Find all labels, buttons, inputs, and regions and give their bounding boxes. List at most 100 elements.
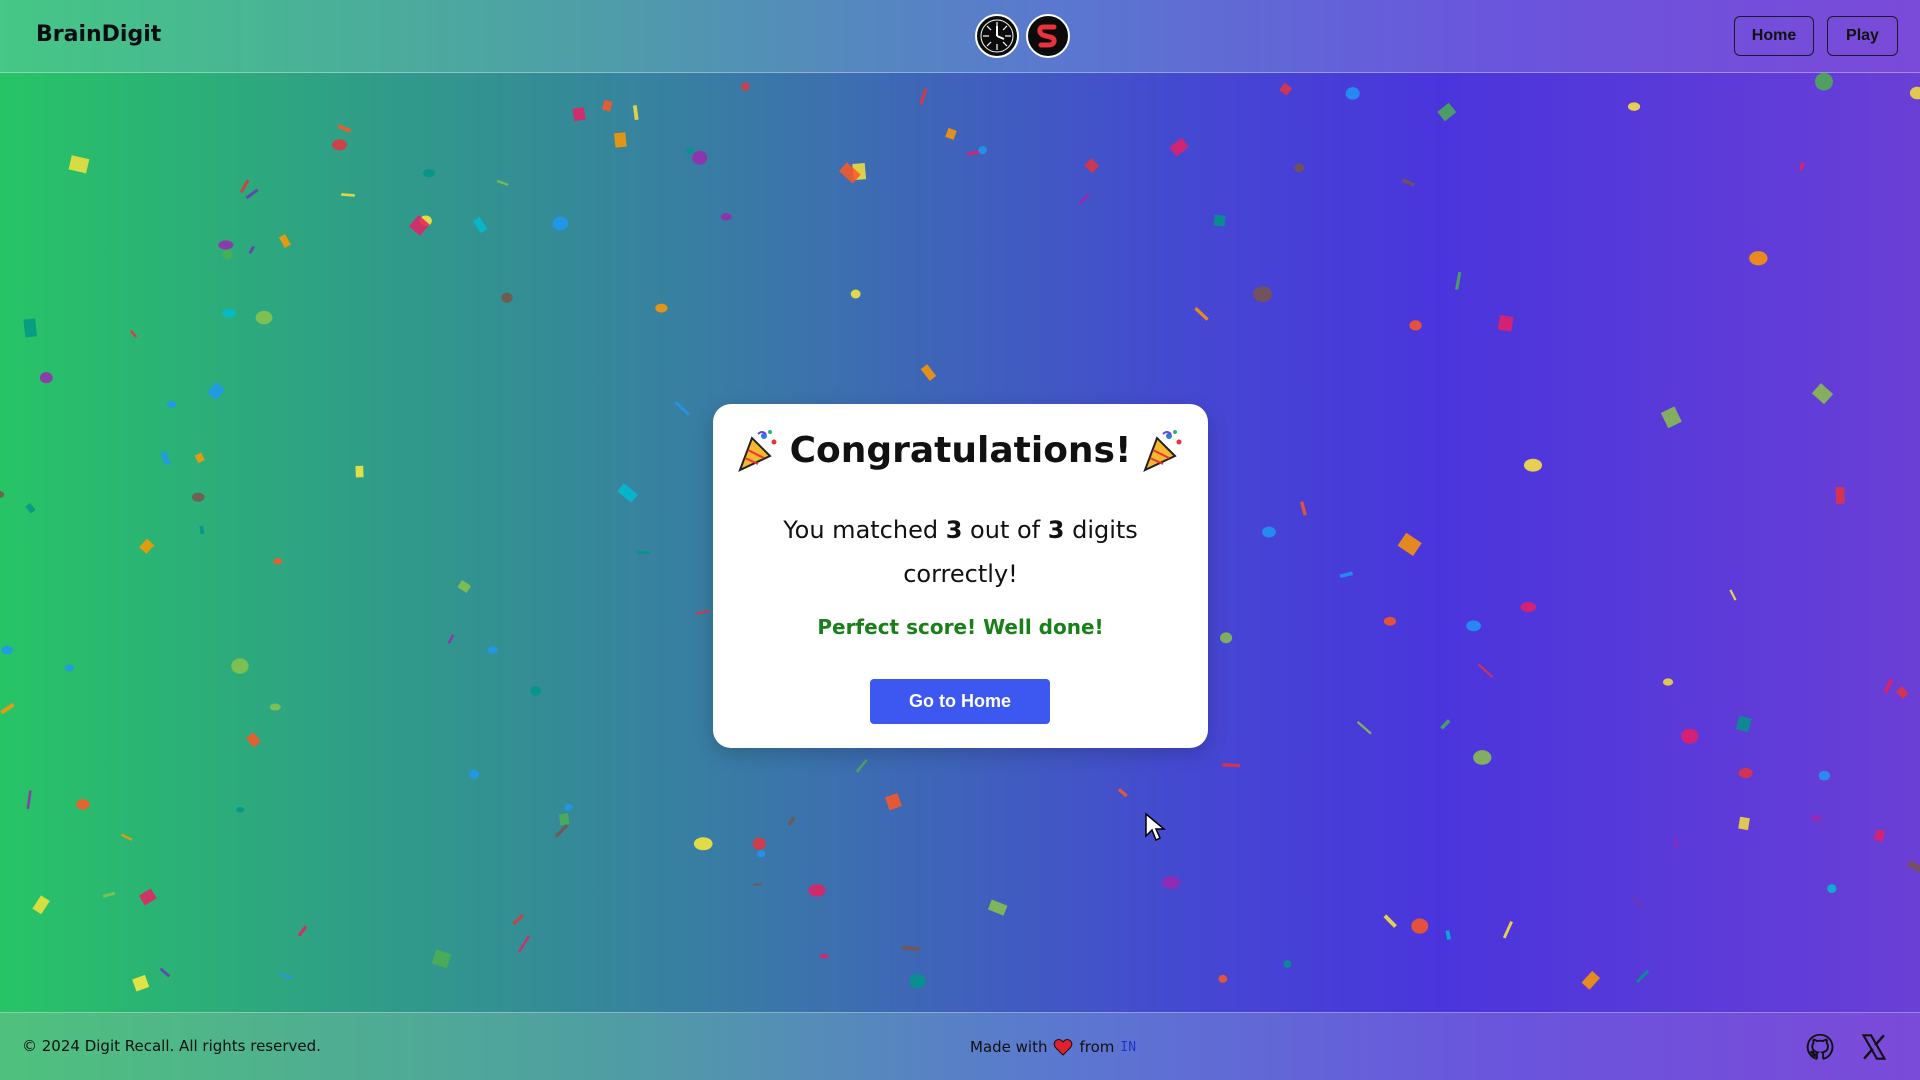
confetti-piece [614, 132, 627, 148]
confetti-piece [741, 82, 750, 91]
go-to-home-button[interactable]: Go to Home [870, 679, 1050, 724]
confetti-piece [431, 949, 452, 969]
confetti-piece [1401, 178, 1415, 187]
confetti-piece [1409, 320, 1422, 331]
confetti-piece [1873, 829, 1885, 842]
confetti-piece [1883, 678, 1894, 694]
confetti-piece [1631, 896, 1645, 909]
confetti-piece [64, 664, 75, 672]
confetti-piece [194, 452, 205, 464]
confetti-piece [1502, 921, 1513, 939]
confetti-piece [218, 240, 234, 250]
confetti-piece [884, 792, 902, 811]
confetti-piece [239, 179, 250, 194]
confetti-piece [909, 973, 926, 989]
header-logos [975, 14, 1070, 58]
confetti-piece [255, 310, 273, 325]
confetti-piece [408, 214, 430, 236]
confetti-piece [1681, 728, 1699, 744]
confetti-piece [1749, 251, 1768, 266]
perfect-score-text: Perfect score! Well done! [817, 615, 1104, 639]
confetti-piece [1411, 918, 1429, 934]
confetti-piece [517, 935, 531, 953]
confetti-piece [236, 807, 245, 813]
confetti-piece [457, 580, 472, 594]
confetti-piece [0, 491, 5, 498]
confetti-piece [1523, 458, 1543, 472]
confetti-piece [564, 803, 573, 811]
confetti-piece [1662, 678, 1674, 686]
confetti-piece [472, 216, 488, 234]
nav-play-button[interactable]: Play [1827, 16, 1898, 56]
confetti-piece [617, 483, 638, 503]
confetti-piece [1455, 271, 1462, 290]
confetti-piece [138, 888, 157, 906]
x-icon[interactable] [1860, 1033, 1888, 1061]
confetti-piece [447, 634, 455, 644]
confetti-piece [839, 162, 861, 184]
card-title-row: Congratulations! [713, 428, 1208, 472]
confetti-piece [423, 169, 436, 178]
confetti-piece [139, 538, 155, 554]
brand-logo-text[interactable]: BrainDigit [36, 22, 161, 47]
confetti-piece [554, 824, 569, 838]
confetti-piece [102, 891, 116, 898]
confetti-piece [337, 124, 352, 133]
confetti-piece [1895, 686, 1909, 699]
confetti-piece [1818, 770, 1831, 781]
confetti-piece [945, 127, 957, 140]
confetti-piece [1811, 383, 1834, 405]
clock-logo-icon[interactable] [975, 14, 1019, 58]
confetti-piece [26, 790, 32, 810]
confetti-piece [987, 899, 1008, 916]
confetti-piece [39, 372, 53, 384]
party-popper-icon [737, 430, 777, 472]
copyright-text: © 2024 Digit Recall. All rights reserved… [22, 1037, 321, 1055]
confetti-piece [278, 234, 291, 248]
confetti-piece [558, 813, 570, 826]
confetti-piece [160, 451, 171, 466]
made-with-text: Made with [970, 1038, 1048, 1056]
confetti-piece [1262, 526, 1276, 538]
nav-home-button[interactable]: Home [1734, 16, 1814, 56]
confetti-piece [674, 400, 690, 416]
confetti-piece [199, 525, 205, 535]
confetti-piece [269, 703, 281, 711]
confetti-piece [752, 837, 766, 851]
made-with-love: Made with from IN [970, 1037, 1136, 1057]
confetti-piece [720, 213, 732, 221]
confetti-piece [159, 967, 171, 978]
confetti-piece [1219, 632, 1233, 644]
confetti-piece [273, 558, 283, 565]
confetti-piece [572, 107, 586, 122]
confetti-piece [25, 502, 36, 514]
confetti-piece [501, 292, 513, 303]
confetti-piece [332, 139, 348, 151]
confetti-piece [693, 837, 713, 851]
s-logo-icon[interactable] [1026, 14, 1070, 58]
confetti-piece [1440, 719, 1451, 730]
confetti-piece [655, 303, 668, 313]
confetti-piece [966, 150, 981, 156]
mouse-cursor-icon [1145, 812, 1166, 842]
confetti-piece [1473, 750, 1492, 765]
confetti-piece [129, 329, 138, 338]
confetti-piece [685, 148, 695, 154]
confetti-piece [132, 974, 150, 992]
result-card: Congratulations! You matched 3 out of 3 … [713, 404, 1208, 748]
confetti-piece [248, 245, 255, 255]
confetti-piece [530, 686, 542, 696]
github-icon[interactable] [1806, 1033, 1834, 1061]
confetti-piece [355, 465, 364, 478]
confetti-piece [1673, 837, 1678, 849]
confetti-piece [787, 816, 796, 826]
confetti-piece [341, 193, 355, 197]
confetti-piece [1077, 192, 1090, 206]
confetti-piece [1283, 960, 1292, 968]
confetti-piece [297, 925, 308, 937]
confetti-piece [850, 289, 861, 299]
confetti-piece [1738, 816, 1750, 831]
confetti-piece [1466, 620, 1482, 632]
confetti-piece [1162, 876, 1180, 890]
confetti-piece [1279, 82, 1293, 96]
